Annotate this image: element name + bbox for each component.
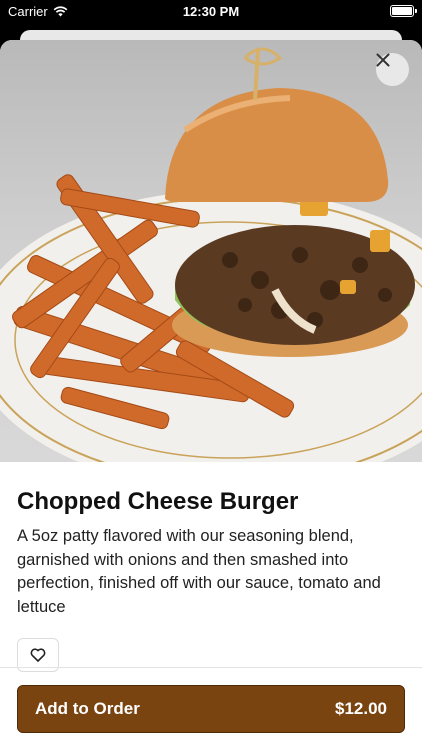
item-description: A 5oz patty flavored with our seasoning … xyxy=(17,527,381,616)
add-to-order-button[interactable]: Add to Order $12.00 xyxy=(17,685,405,733)
battery-icon xyxy=(390,5,417,17)
add-to-order-label: Add to Order xyxy=(35,699,140,718)
item-detail-sheet: Chopped Cheese Burger A 5oz patty flavor… xyxy=(0,40,422,750)
heart-icon xyxy=(30,648,46,662)
footer-divider xyxy=(0,667,422,668)
close-icon xyxy=(376,53,390,67)
item-photo xyxy=(0,40,422,462)
item-price: $12.00 xyxy=(335,699,387,718)
status-bar: Carrier 12:30 PM xyxy=(0,0,422,24)
close-button[interactable] xyxy=(376,53,409,86)
status-time: 12:30 PM xyxy=(182,4,240,19)
item-title: Chopped Cheese Burger xyxy=(17,488,299,515)
burger-fries-illustration xyxy=(0,47,422,462)
